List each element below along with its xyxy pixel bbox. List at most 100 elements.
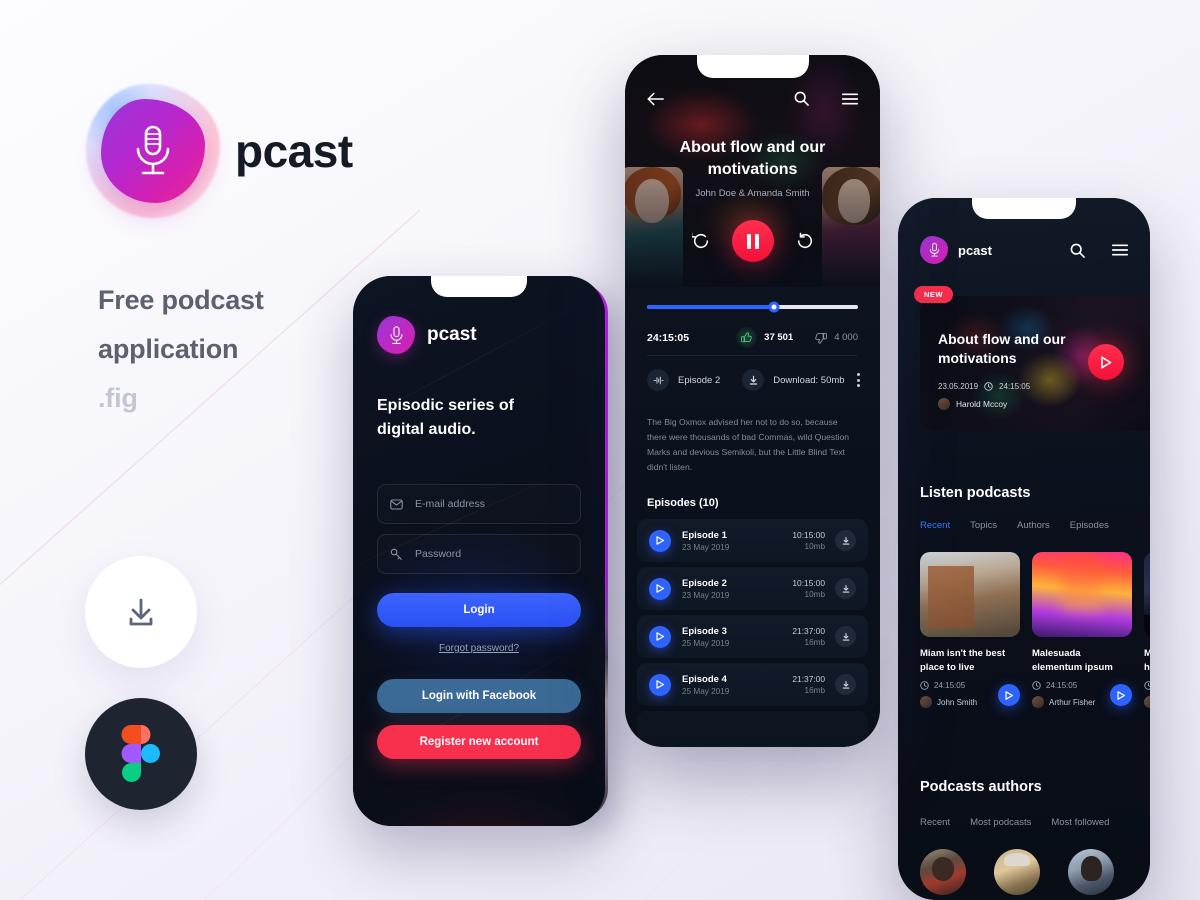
tab-most-followed[interactable]: Most followed [1051,817,1109,828]
progress-bar[interactable] [647,301,858,313]
status-badge: NEW [914,286,953,303]
dislikes-stat[interactable]: 4 000 [815,332,858,344]
login-screen-phone: pcast Episodic series of digital audio. … [353,276,605,826]
podcast-play-button[interactable] [1110,684,1132,706]
episode-date: 25 May 2019 [682,686,730,696]
podcast-title: Ma hal [1144,647,1150,675]
play-icon[interactable] [649,529,671,552]
phone-notch [972,198,1076,219]
tab-authors-recent[interactable]: Recent [920,817,950,828]
episode-size: 10mb [804,542,825,551]
play-icon[interactable] [649,625,671,648]
episode-duration: 21:37:00 [792,626,825,636]
episode-download-button[interactable] [835,674,856,695]
play-icon[interactable] [649,577,671,600]
player-title: About flow and our motivations [643,137,862,181]
forgot-password-link[interactable]: Forgot password? [353,643,605,654]
likes-stat[interactable]: 37 501 [736,327,793,348]
thumb-up-icon [741,332,752,343]
featured-date: 23.05.2019 [938,382,979,391]
avatar [1144,696,1150,708]
list-item[interactable]: Ma hal [1144,552,1150,708]
app-logo [86,84,220,218]
podcast-play-button[interactable] [998,684,1020,706]
avatar[interactable] [994,849,1040,895]
login-subtitle-line-1: Episodic series of [377,397,514,414]
episode-name: Episode 4 [682,673,727,685]
password-field[interactable]: Password [377,534,581,574]
pause-button[interactable] [731,220,774,262]
hamburger-menu-icon[interactable] [1112,244,1128,256]
download-icon-wrap[interactable] [742,369,765,391]
hamburger-menu-icon[interactable] [842,92,858,105]
podcast-thumbnail [1144,552,1150,637]
tagline-line-3: .fig [98,383,138,413]
download-icon [749,375,757,385]
tab-authors[interactable]: Authors [1017,520,1050,531]
avatar[interactable] [1068,849,1114,895]
podcast-title-line-2: elementum ipsum [1032,662,1113,673]
tagline-line-2: application [98,334,239,364]
list-item[interactable]: Miam isn't the best place to live 24:15:… [920,552,1020,708]
episode-size: 16mb [804,638,825,647]
table-row[interactable]: Episode 3 25 May 2019 21:37:00 16mb [637,615,868,658]
search-icon[interactable] [794,91,809,106]
avatar [938,398,950,410]
episode-chip-icon-wrap[interactable] [647,369,669,391]
rewind-15-icon[interactable] [691,232,710,250]
listen-podcasts-heading: Listen podcasts [920,485,1031,501]
player-description: The Big Oxmox advised her not to do so, … [647,417,850,472]
download-label: Download: 50mb [773,374,845,386]
login-button[interactable]: Login [377,593,581,627]
phone-notch [431,276,527,297]
episode-download-button[interactable] [835,578,856,599]
table-row[interactable]: Episode 1 23 May 2019 10:15:00 10mb [637,519,868,562]
tab-recent[interactable]: Recent [920,520,950,531]
microphone-icon [136,125,170,175]
home-app-name: pcast [958,242,992,258]
progress-knob[interactable] [768,301,780,313]
forward-15-icon[interactable] [796,232,814,250]
play-icon [1117,690,1125,700]
download-icon [842,632,849,641]
clock-icon [984,382,993,391]
search-icon[interactable] [1070,243,1085,258]
player-title-line-2: motivations [707,161,798,178]
tab-topics[interactable]: Topics [970,520,997,531]
app-logo-small [377,316,415,354]
podcast-cards-row: Miam isn't the best place to live 24:15:… [920,552,1150,708]
episode-download-button[interactable] [835,626,856,647]
list-item[interactable]: Malesuada elementum ipsum 24:15:05 Arthu… [1032,552,1132,708]
player-meta-row: Episode 2 Download: 50mb [647,369,860,391]
table-row[interactable]: Episode 2 23 May 2019 10:15:00 10mb [637,567,868,610]
tab-most-podcasts[interactable]: Most podcasts [970,817,1031,828]
register-new-account-button[interactable]: Register new account [377,725,581,759]
key-icon [390,548,402,560]
play-icon[interactable] [649,673,671,696]
podcast-title-line-1: Ma [1144,648,1150,659]
clock-icon [1144,681,1150,690]
featured-play-button[interactable] [1088,344,1124,380]
download-button[interactable] [85,556,197,668]
player-screen-phone: About flow and our motivations John Doe … [625,55,880,747]
login-subtitle: Episodic series of digital audio. [377,394,557,442]
arrow-left-icon[interactable] [647,92,664,106]
player-authors: John Doe & Amanda Smith [695,188,810,199]
email-field[interactable]: E-mail address [377,484,581,524]
avatar[interactable] [920,849,966,895]
tab-episodes[interactable]: Episodes [1070,520,1109,531]
login-with-facebook-button[interactable]: Login with Facebook [377,679,581,713]
podcast-title-line-1: Miam isn't the best [920,648,1006,659]
episodes-heading: Episodes (10) [647,497,719,509]
phone-notch [696,55,809,78]
episode-download-button[interactable] [835,530,856,551]
episode-date: 23 May 2019 [682,542,730,552]
featured-podcast-card[interactable]: About flow and our motivations 23.05.201… [920,296,1150,431]
authors-avatar-row [920,849,1114,895]
elapsed-time: 24:15:05 [647,331,690,344]
kebab-menu-icon[interactable] [857,373,860,387]
clock-icon [920,681,929,690]
figma-button[interactable] [85,698,197,810]
table-row[interactable]: Episode 4 25 May 2019 21:37:00 16mb [637,663,868,706]
table-row[interactable] [637,711,868,747]
